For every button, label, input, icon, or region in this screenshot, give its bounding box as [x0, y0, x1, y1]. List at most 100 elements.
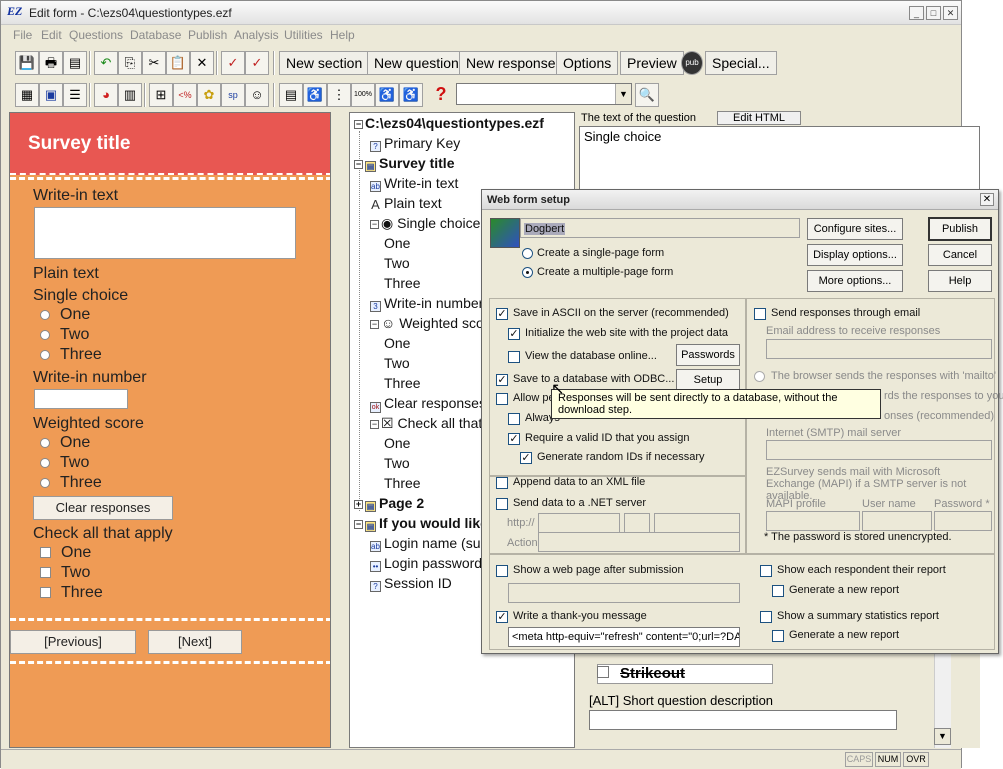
user-name-field[interactable] — [862, 511, 932, 531]
smtp-field[interactable] — [766, 440, 992, 460]
gen-report1-checkbox[interactable] — [772, 585, 784, 597]
scroll-down-icon[interactable]: ▼ — [934, 728, 951, 745]
menu-database[interactable]: Database — [130, 28, 181, 42]
options-button[interactable]: Options — [556, 51, 619, 75]
tree-weighted-opt[interactable]: Three — [384, 375, 421, 391]
mapi-profile-field[interactable] — [766, 511, 860, 531]
tree-plain-text[interactable]: A Plain text — [370, 195, 441, 211]
question-text-input[interactable]: Single choice — [579, 126, 980, 191]
clear-responses-button[interactable]: Clear responses — [33, 496, 173, 520]
display-options-button[interactable]: Display options... — [807, 244, 903, 266]
tree-single-opt[interactable]: Two — [384, 255, 410, 271]
help-question-icon[interactable]: ? — [429, 83, 453, 107]
single-page-radio[interactable] — [522, 248, 533, 259]
save-odbc-checkbox[interactable]: ✓ — [496, 374, 508, 386]
tree-session-id[interactable]: ? Session ID — [370, 575, 452, 592]
more-options-button[interactable]: More options... — [807, 270, 903, 292]
send-email-checkbox[interactable] — [754, 308, 766, 320]
show-page-checkbox[interactable] — [496, 565, 508, 577]
tree-check-opt[interactable]: One — [384, 435, 410, 451]
weighted-option[interactable]: One — [40, 434, 90, 452]
tree-check-all[interactable]: − ☒ Check all that a — [370, 415, 494, 432]
grid-icon[interactable]: ▣ — [39, 83, 63, 107]
email-addr-field[interactable] — [766, 339, 992, 359]
paste-icon[interactable]: 📋 — [166, 51, 190, 75]
mailto-radio[interactable] — [754, 371, 765, 382]
accessibility3-icon[interactable]: ♿ — [399, 83, 423, 107]
accessibility2-icon[interactable]: ♿ — [375, 83, 399, 107]
tree-page2[interactable]: + ▤ Page 2 — [354, 495, 424, 512]
show-page-field[interactable] — [508, 583, 740, 603]
new-response-button[interactable]: New response — [459, 51, 563, 75]
tree-weighted-opt[interactable]: One — [384, 335, 410, 351]
tree-weighted-opt[interactable]: Two — [384, 355, 410, 371]
tree-write-in-number[interactable]: 3 Write-in number — [370, 295, 483, 312]
append-xml-checkbox[interactable] — [496, 477, 508, 489]
write-in-number-input[interactable] — [34, 389, 128, 409]
gen-report2-checkbox[interactable] — [772, 630, 784, 642]
check-option[interactable]: Three — [40, 584, 103, 602]
tree-survey-title[interactable]: − ▤ Survey title — [354, 155, 454, 172]
multi-page-radio[interactable] — [522, 267, 533, 278]
dialog-close-icon[interactable]: ✕ — [980, 193, 994, 206]
write-in-text-area[interactable] — [34, 207, 296, 259]
setup-button[interactable]: Setup — [676, 369, 740, 391]
tree-weighted-score[interactable]: − ☺ Weighted score — [370, 315, 496, 331]
edit-html-button[interactable]: Edit HTML — [717, 111, 801, 125]
single-choice-option[interactable]: Three — [40, 346, 102, 364]
spell-options-icon[interactable]: ✓ — [245, 51, 269, 75]
single-choice-option[interactable]: Two — [40, 326, 89, 344]
require-id-checkbox[interactable]: ✓ — [508, 433, 520, 445]
view-db-checkbox[interactable] — [508, 351, 520, 363]
tree-root[interactable]: − C:\ezs04\questiontypes.ezf — [354, 115, 544, 131]
check-option[interactable]: Two — [40, 564, 90, 582]
new-question-button[interactable]: New question — [367, 51, 466, 75]
init-site-checkbox[interactable]: ✓ — [508, 328, 520, 340]
close-button[interactable]: ✕ — [943, 6, 958, 20]
help-button[interactable]: Help — [928, 270, 992, 292]
chevron-down-icon[interactable]: ▼ — [615, 84, 631, 104]
tree-write-in-text[interactable]: ab Write-in text — [370, 175, 458, 192]
publish-button[interactable]: Publish — [928, 217, 992, 241]
send-net-checkbox[interactable] — [496, 498, 508, 510]
show-summary-checkbox[interactable] — [760, 611, 772, 623]
show-each-checkbox[interactable] — [760, 565, 772, 577]
special-button[interactable]: Special... — [705, 51, 777, 75]
chart-pie-icon[interactable]: ◕ — [94, 83, 118, 107]
passwords-button[interactable]: Passwords — [676, 344, 740, 366]
menu-edit[interactable]: Edit — [41, 28, 62, 42]
tree-single-choice[interactable]: − ◉ Single choice — [370, 215, 480, 232]
thankyou-checkbox[interactable]: ✓ — [496, 611, 508, 623]
previous-button[interactable]: [Previous] — [10, 630, 136, 654]
tree-if-you-would[interactable]: − ▤ If you would like — [354, 515, 488, 532]
table-icon[interactable]: ▦ — [15, 83, 39, 107]
report-icon[interactable]: ▥ — [118, 83, 142, 107]
publish-icon[interactable]: pub — [681, 51, 703, 75]
action-field[interactable] — [538, 532, 740, 552]
preview-button[interactable]: Preview — [620, 51, 684, 75]
always-checkbox[interactable] — [508, 413, 520, 425]
maximize-button[interactable]: □ — [926, 6, 941, 20]
table-view-icon[interactable]: ▤ — [279, 83, 303, 107]
weighted-option[interactable]: Two — [40, 454, 89, 472]
net-path-field[interactable] — [654, 513, 740, 533]
menu-utilities[interactable]: Utilities — [284, 28, 323, 42]
number-icon[interactable]: 100% — [351, 83, 375, 107]
alt-description-input[interactable] — [589, 710, 897, 730]
gen-random-checkbox[interactable]: ✓ — [520, 452, 532, 464]
strikeout-checkbox[interactable] — [597, 666, 609, 678]
tree-login-name[interactable]: ab Login name (such — [370, 535, 495, 552]
tree-clear-responses[interactable]: ok Clear responses — [370, 395, 486, 413]
person-icon[interactable]: ☺ — [245, 83, 269, 107]
single-choice-option[interactable]: One — [40, 306, 90, 324]
spell-check-icon[interactable]: ✓ — [221, 51, 245, 75]
crosstab-icon[interactable]: ⊞ — [149, 83, 173, 107]
tree-check-opt[interactable]: Three — [384, 475, 421, 491]
undo-icon[interactable]: ↶ — [94, 51, 118, 75]
save-icon[interactable]: 💾 — [15, 51, 39, 75]
new-section-button[interactable]: New section — [279, 51, 370, 75]
copy-icon[interactable]: ⎘ — [118, 51, 142, 75]
tree-single-opt[interactable]: Three — [384, 275, 421, 291]
cancel-button[interactable]: Cancel — [928, 244, 992, 266]
next-button[interactable]: [Next] — [148, 630, 242, 654]
